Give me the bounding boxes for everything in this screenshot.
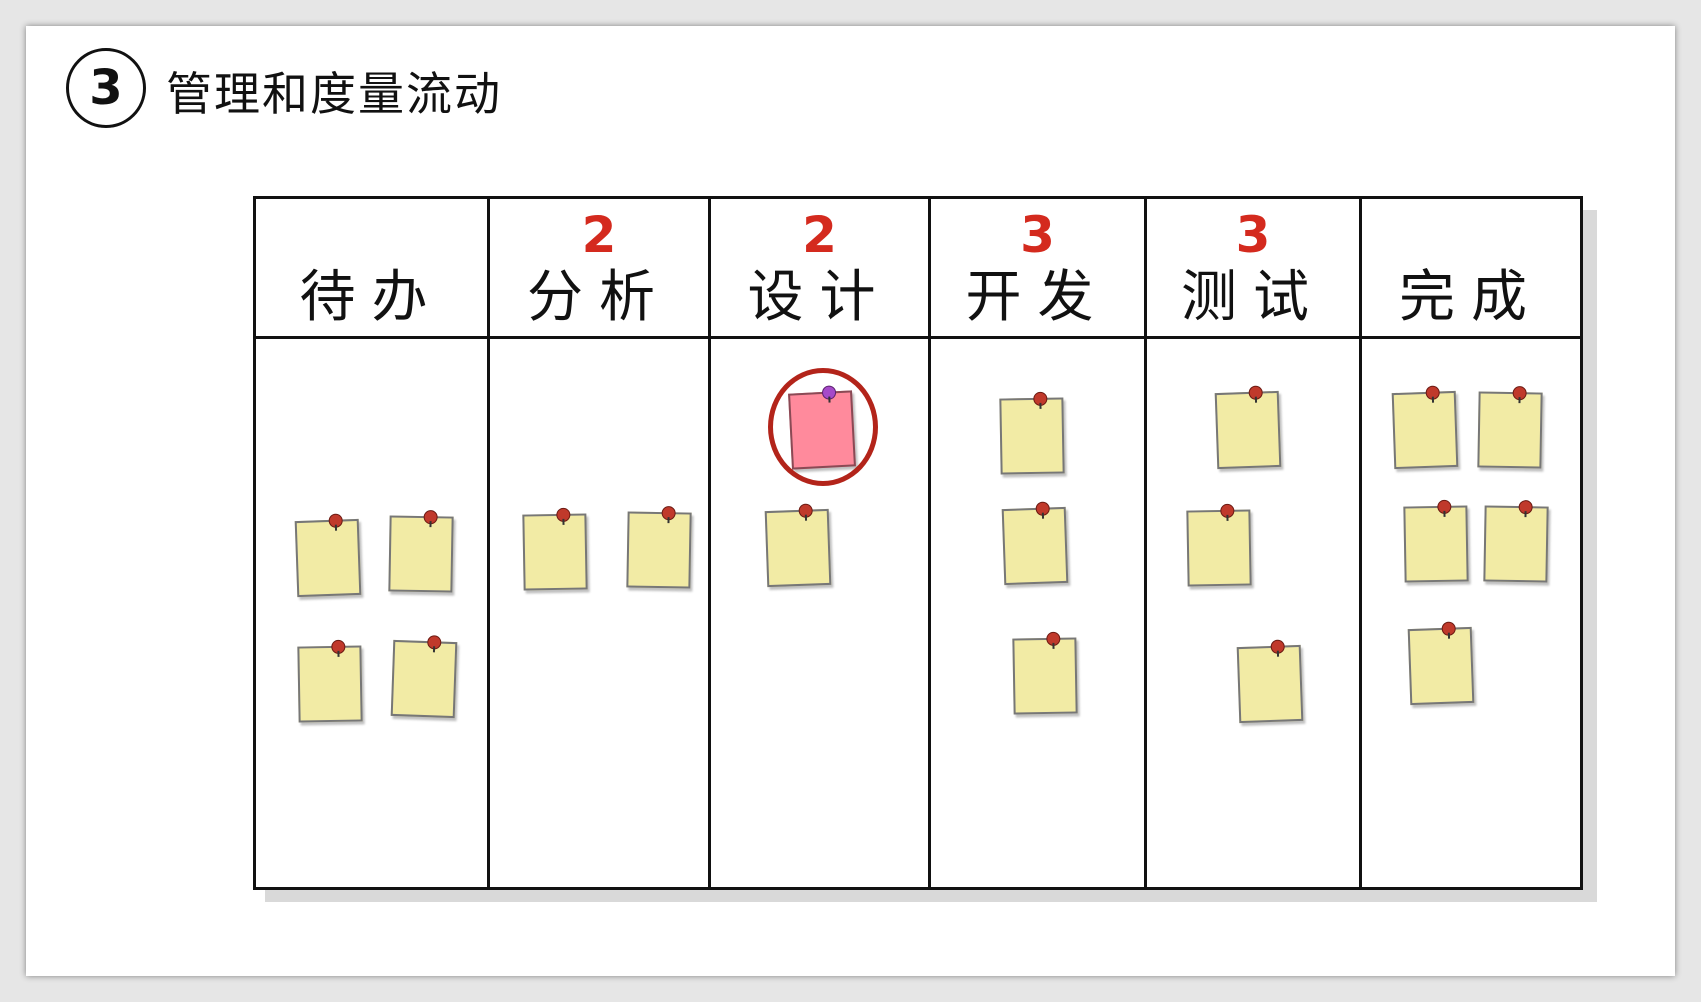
sticky-note xyxy=(626,506,692,589)
wip-limit: 3 xyxy=(1020,206,1055,264)
sticky-note xyxy=(1214,385,1282,470)
pushpin-icon xyxy=(556,507,571,522)
column-name: 待办 xyxy=(299,265,444,330)
sticky-note xyxy=(1012,631,1078,715)
pushpin-icon xyxy=(328,513,343,528)
highlight-circle xyxy=(768,368,878,486)
sticky-note xyxy=(294,513,362,598)
column-header-done: 完成 xyxy=(1362,200,1580,334)
sticky-note xyxy=(1483,500,1549,583)
pushpin-icon xyxy=(331,639,346,654)
column-header-development: 3 开发 xyxy=(931,200,1144,334)
pushpin-icon xyxy=(423,510,438,525)
sticky-note xyxy=(1407,621,1475,706)
sticky-note xyxy=(1001,501,1069,586)
pushpin-icon xyxy=(1270,639,1285,654)
step-number-badge: 3 xyxy=(66,48,146,128)
pushpin-icon xyxy=(1046,631,1061,646)
sticky-note xyxy=(1391,385,1459,470)
pushpin-icon xyxy=(661,506,676,521)
pushpin-icon xyxy=(427,635,442,650)
sticky-note xyxy=(1403,499,1469,583)
slide-title: 管理和度量流动 xyxy=(166,67,502,121)
wip-limit: 2 xyxy=(581,206,617,264)
column-header-backlog: 待办 xyxy=(256,200,487,334)
sticky-note xyxy=(1186,503,1252,587)
pushpin-icon xyxy=(1248,385,1263,400)
column-header-testing: 3 测试 xyxy=(1147,200,1359,334)
pushpin-icon xyxy=(1518,500,1533,515)
pushpin-icon xyxy=(1035,501,1050,516)
pushpin-icon xyxy=(1033,391,1048,406)
wip-limit: 3 xyxy=(1235,206,1271,264)
sticky-note xyxy=(522,507,588,591)
sticky-note xyxy=(390,635,458,719)
pushpin-icon xyxy=(1512,386,1527,401)
column-name: 设计 xyxy=(747,265,892,330)
sticky-note xyxy=(388,510,454,593)
column-name: 分析 xyxy=(527,265,671,330)
column-name: 开发 xyxy=(965,265,1110,330)
sticky-note xyxy=(1236,639,1304,724)
sticky-note xyxy=(999,391,1065,475)
pushpin-icon xyxy=(798,503,813,518)
pushpin-icon xyxy=(1441,621,1456,636)
board-header-divider xyxy=(253,336,1583,339)
sticky-note xyxy=(1477,386,1543,469)
column-header-analysis: 2 分析 xyxy=(490,200,708,334)
sticky-note xyxy=(297,639,363,723)
column-name: 完成 xyxy=(1399,265,1543,330)
column-header-design: 2 设计 xyxy=(711,200,928,334)
wip-limit: 2 xyxy=(802,206,837,264)
sticky-note xyxy=(764,503,832,588)
pushpin-icon xyxy=(1437,499,1452,514)
pushpin-icon xyxy=(1425,385,1440,400)
pushpin-icon xyxy=(1220,503,1235,518)
column-name: 测试 xyxy=(1181,265,1325,330)
